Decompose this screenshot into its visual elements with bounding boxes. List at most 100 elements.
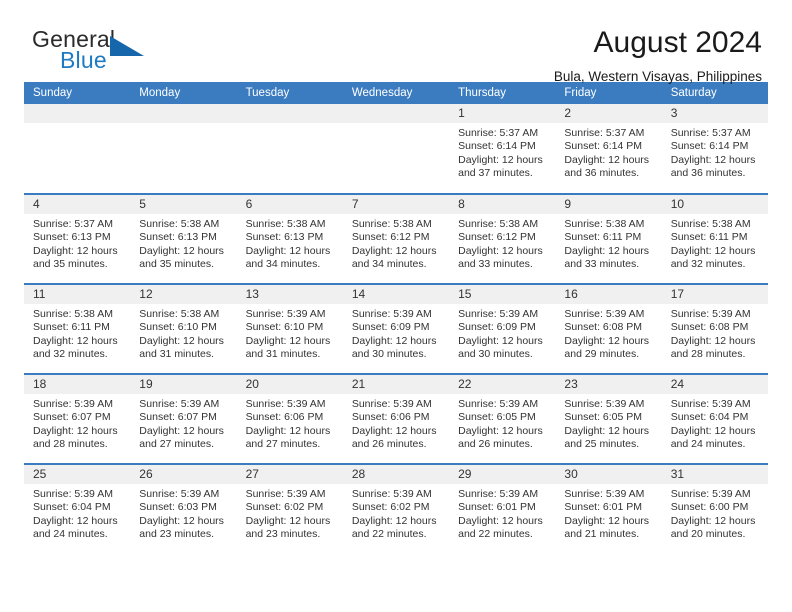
calendar-day-cell[interactable]: 8 Sunrise: 5:38 AM Sunset: 6:12 PM Daylight… <box>449 193 556 284</box>
day-details: Sunrise: 5:38 AM Sunset: 6:13 PM Daylight:… <box>237 214 343 272</box>
daylight-text: and 23 minutes. <box>245 528 321 541</box>
sunset-text: Sunset: 6:11 PM <box>670 231 748 244</box>
daylight-text: Daylight: 12 hours <box>139 334 224 347</box>
calendar-day-cell[interactable]: 18 Sunrise: 5:39 AM Sunset: 6:07 PM Dayligh… <box>24 373 131 464</box>
calendar-day-cell[interactable]: 12 Sunrise: 5:38 AM Sunset: 6:10 PM Dayligh… <box>130 283 237 374</box>
sunset-text: Sunset: 6:14 PM <box>564 140 643 153</box>
calendar-day-cell[interactable]: 3 Sunrise: 5:37 AM Sunset: 6:14 PM Daylight… <box>661 104 768 194</box>
calendar-day-cell[interactable]: 31 Sunrise: 5:39 AM Sunset: 6:00 PM Dayligh… <box>661 463 768 554</box>
calendar-day-cell[interactable]: 16 Sunrise: 5:39 AM Sunset: 6:08 PM Dayligh… <box>555 283 662 374</box>
calendar-day-cell[interactable]: 11 Sunrise: 5:38 AM Sunset: 6:11 PM Dayligh… <box>24 283 131 374</box>
daylight-text: and 32 minutes. <box>670 258 746 271</box>
calendar-day-cell[interactable]: 25 Sunrise: 5:39 AM Sunset: 6:04 PM Dayligh… <box>24 463 131 554</box>
calendar-day-cell[interactable]: 23 Sunrise: 5:39 AM Sunset: 6:05 PM Dayligh… <box>555 373 662 464</box>
day-number: 4 <box>24 195 131 214</box>
daylight-text: and 33 minutes. <box>564 258 640 271</box>
day-cell-inner <box>342 104 450 192</box>
calendar-header-row: Sunday Monday Tuesday Wednesday Thursday Frid… <box>24 82 768 104</box>
weekday-header-friday: Friday <box>555 82 662 104</box>
day-cell-inner <box>236 104 343 192</box>
calendar-day-cell[interactable]: 30 Sunrise: 5:39 AM Sunset: 6:01 PM Dayligh… <box>555 463 662 554</box>
sunset-text: Sunset: 6:03 PM <box>139 501 217 514</box>
day-details: Sunrise: 5:39 AM Sunset: 6:08 PM Daylight:… <box>662 304 768 362</box>
day-cell-inner: 20 Sunrise: 5:39 AM Sunset: 6:06 PM Dayligh… <box>236 375 343 463</box>
calendar-day-cell[interactable]: 1 Sunrise: 5:37 AM Sunset: 6:14 PM Daylight… <box>449 104 556 194</box>
weekday-header-tuesday: Tuesday <box>236 82 343 104</box>
daylight-text: Daylight: 12 hours <box>564 153 650 166</box>
day-details: Sunrise: 5:39 AM Sunset: 6:08 PM Daylight:… <box>555 304 661 362</box>
sunrise-text: Sunrise: 5:37 AM <box>564 127 645 139</box>
day-number <box>130 104 237 123</box>
day-cell-inner: 21 Sunrise: 5:39 AM Sunset: 6:06 PM Dayligh… <box>342 375 450 463</box>
daylight-text: and 32 minutes. <box>33 348 108 361</box>
calendar-day-cell[interactable]: 26 Sunrise: 5:39 AM Sunset: 6:03 PM Dayligh… <box>130 463 237 554</box>
calendar-week-row: 18 Sunrise: 5:39 AM Sunset: 6:07 PM Dayligh… <box>24 373 768 464</box>
calendar-empty-cell <box>236 104 343 194</box>
day-cell-inner: 16 Sunrise: 5:39 AM Sunset: 6:08 PM Dayligh… <box>555 285 662 373</box>
sunrise-text: Sunrise: 5:39 AM <box>245 488 326 500</box>
day-number: 9 <box>555 195 662 214</box>
calendar-day-cell[interactable]: 7 Sunrise: 5:38 AM Sunset: 6:12 PM Daylight… <box>342 193 450 284</box>
daylight-text: and 27 minutes. <box>245 438 321 451</box>
calendar-day-cell[interactable]: 4 Sunrise: 5:37 AM Sunset: 6:13 PM Daylight… <box>24 193 131 284</box>
calendar-day-cell[interactable]: 29 Sunrise: 5:39 AM Sunset: 6:01 PM Dayligh… <box>449 463 556 554</box>
day-details: Sunrise: 5:37 AM Sunset: 6:14 PM Daylight:… <box>555 123 661 181</box>
calendar-day-cell[interactable]: 5 Sunrise: 5:38 AM Sunset: 6:13 PM Daylight… <box>130 193 237 284</box>
calendar-day-cell[interactable]: 19 Sunrise: 5:39 AM Sunset: 6:07 PM Dayligh… <box>130 373 237 464</box>
daylight-text: and 36 minutes. <box>670 167 746 180</box>
day-details <box>24 123 130 127</box>
calendar-table: Sunday Monday Tuesday Wednesday Thursday Frid… <box>24 82 768 554</box>
day-cell-inner: 15 Sunrise: 5:39 AM Sunset: 6:09 PM Dayligh… <box>449 285 556 373</box>
day-number: 15 <box>449 285 556 304</box>
calendar-day-cell[interactable]: 24 Sunrise: 5:39 AM Sunset: 6:04 PM Dayligh… <box>661 373 768 464</box>
calendar-day-cell[interactable]: 6 Sunrise: 5:38 AM Sunset: 6:13 PM Daylight… <box>236 193 343 284</box>
calendar-day-cell[interactable]: 13 Sunrise: 5:39 AM Sunset: 6:10 PM Dayligh… <box>236 283 343 374</box>
sunset-text: Sunset: 6:05 PM <box>458 411 536 424</box>
sunrise-text: Sunrise: 5:39 AM <box>139 398 220 410</box>
day-details: Sunrise: 5:39 AM Sunset: 6:04 PM Daylight:… <box>24 484 130 542</box>
day-details: Sunrise: 5:39 AM Sunset: 6:07 PM Daylight:… <box>24 394 130 452</box>
day-number: 8 <box>449 195 556 214</box>
calendar-day-cell[interactable]: 21 Sunrise: 5:39 AM Sunset: 6:06 PM Dayligh… <box>342 373 450 464</box>
day-cell-inner: 9 Sunrise: 5:38 AM Sunset: 6:11 PM Daylight… <box>555 195 662 283</box>
calendar-week-row: 1 Sunrise: 5:37 AM Sunset: 6:14 PM Daylight… <box>24 104 768 194</box>
day-number: 10 <box>661 195 768 214</box>
calendar-day-cell[interactable]: 17 Sunrise: 5:39 AM Sunset: 6:08 PM Dayligh… <box>661 283 768 374</box>
sunrise-text: Sunrise: 5:39 AM <box>245 308 326 320</box>
daylight-text: Daylight: 12 hours <box>458 153 543 166</box>
sunrise-text: Sunrise: 5:38 AM <box>139 308 220 320</box>
sunset-text: Sunset: 6:10 PM <box>245 321 324 334</box>
sunrise-text: Sunrise: 5:38 AM <box>564 218 645 230</box>
calendar-day-cell[interactable]: 20 Sunrise: 5:39 AM Sunset: 6:06 PM Dayligh… <box>236 373 343 464</box>
calendar-day-cell[interactable]: 28 Sunrise: 5:39 AM Sunset: 6:02 PM Dayligh… <box>342 463 450 554</box>
generalblue-logo[interactable]: General Blue <box>24 26 204 82</box>
daylight-text: and 28 minutes. <box>670 348 746 361</box>
calendar-day-cell[interactable]: 22 Sunrise: 5:39 AM Sunset: 6:05 PM Dayligh… <box>449 373 556 464</box>
sunset-text: Sunset: 6:00 PM <box>670 501 749 514</box>
calendar-day-cell[interactable]: 2 Sunrise: 5:37 AM Sunset: 6:14 PM Daylight… <box>555 104 662 194</box>
daylight-text: and 24 minutes. <box>670 438 746 451</box>
calendar-day-cell[interactable]: 15 Sunrise: 5:39 AM Sunset: 6:09 PM Dayligh… <box>449 283 556 374</box>
calendar-day-cell[interactable]: 9 Sunrise: 5:38 AM Sunset: 6:11 PM Daylight… <box>555 193 662 284</box>
sunset-text: Sunset: 6:01 PM <box>564 501 643 514</box>
day-number: 28 <box>342 465 450 484</box>
day-number: 30 <box>555 465 662 484</box>
daylight-text: Daylight: 12 hours <box>670 514 756 527</box>
day-cell-inner: 28 Sunrise: 5:39 AM Sunset: 6:02 PM Dayligh… <box>342 465 450 553</box>
sunset-text: Sunset: 6:11 PM <box>564 231 642 244</box>
day-cell-inner: 3 Sunrise: 5:37 AM Sunset: 6:14 PM Daylight… <box>661 104 768 192</box>
calendar-day-cell[interactable]: 27 Sunrise: 5:39 AM Sunset: 6:02 PM Dayligh… <box>236 463 343 554</box>
day-details: Sunrise: 5:38 AM Sunset: 6:10 PM Daylight:… <box>130 304 236 362</box>
daylight-text: Daylight: 12 hours <box>670 244 756 257</box>
weekday-header-wednesday: Wednesday <box>342 82 450 104</box>
day-details: Sunrise: 5:38 AM Sunset: 6:11 PM Daylight:… <box>555 214 661 272</box>
calendar-empty-cell <box>24 104 131 194</box>
day-details <box>237 123 343 127</box>
sunset-text: Sunset: 6:09 PM <box>458 321 536 334</box>
calendar-day-cell[interactable]: 10 Sunrise: 5:38 AM Sunset: 6:11 PM Dayligh… <box>661 193 768 284</box>
daylight-text: Daylight: 12 hours <box>351 424 437 437</box>
daylight-text: Daylight: 12 hours <box>564 244 650 257</box>
day-number: 17 <box>661 285 768 304</box>
daylight-text: Daylight: 12 hours <box>33 244 118 257</box>
calendar-day-cell[interactable]: 14 Sunrise: 5:39 AM Sunset: 6:09 PM Dayligh… <box>342 283 450 374</box>
